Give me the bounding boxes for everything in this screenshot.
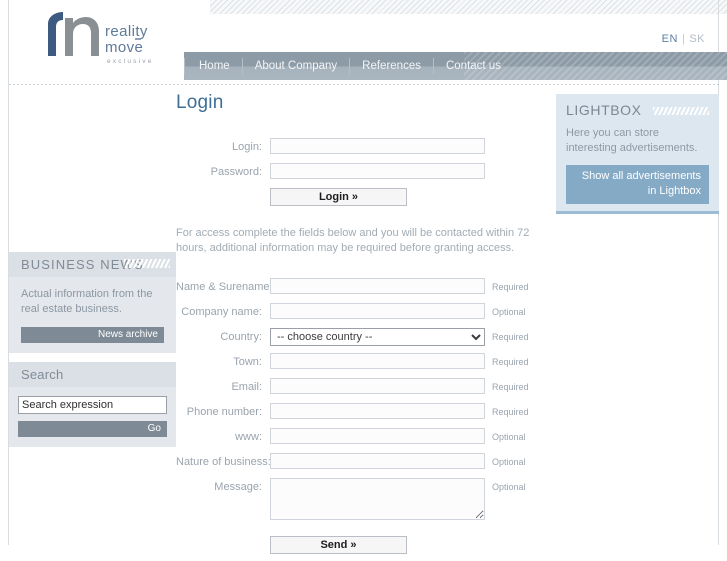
country-requirement: Required [492, 332, 529, 342]
name-requirement: Required [492, 282, 529, 292]
lightbox-title: LIGHTBOX [566, 102, 642, 118]
country-select[interactable]: -- choose country -- [270, 328, 485, 346]
business-news-body: Actual information from the real estate … [9, 277, 176, 353]
search-panel: Search Go [9, 362, 176, 447]
svg-text:exclusive: exclusive [107, 58, 154, 65]
main-content: Login Login: Password: Login » For acces… [176, 92, 548, 561]
form-row-send: Send » [176, 536, 548, 554]
business-news-hatch-decoration [124, 259, 170, 268]
form-row-phone: Phone number: Required [176, 403, 548, 421]
lightbox-text: Here you can store interesting advertise… [566, 127, 698, 154]
left-sidebar: BUSINESS NEWS Actual information from th… [9, 252, 176, 456]
lightbox-hatch-decoration [653, 107, 709, 115]
nav-items: Home About Company References Contact us [184, 52, 727, 80]
town-input[interactable] [270, 353, 485, 369]
email-input[interactable] [270, 378, 485, 394]
form-row-name: Name & Surename: Required [176, 278, 548, 296]
search-input[interactable] [18, 396, 167, 414]
language-option-en[interactable]: EN [662, 33, 678, 45]
phone-input[interactable] [270, 403, 485, 419]
company-input[interactable] [270, 303, 485, 319]
nature-of-business-label: Nature of business: [176, 456, 271, 468]
form-row-company: Company name: Optional [176, 303, 548, 321]
phone-label: Phone number: [186, 406, 262, 418]
form-row-country: Country: -- choose country -- Required [176, 328, 548, 346]
message-textarea[interactable] [270, 478, 485, 520]
town-label: Town: [233, 356, 262, 368]
business-news-text: Actual information from the real estate … [21, 288, 153, 315]
name-input[interactable] [270, 278, 485, 294]
search-go-button[interactable]: Go [18, 421, 167, 437]
header-divider [9, 84, 719, 85]
page-title: Login [176, 92, 224, 113]
town-requirement: Required [492, 357, 529, 367]
main-navigation: Home About Company References Contact us [184, 52, 727, 80]
www-requirement: Optional [492, 432, 526, 442]
nav-item-home[interactable]: Home [184, 57, 242, 75]
www-input[interactable] [270, 428, 485, 444]
right-sidebar: LIGHTBOX Here you can store interesting … [556, 94, 719, 214]
login-field-row: Login: [176, 138, 548, 156]
nature-of-business-requirement: Optional [492, 457, 526, 467]
nature-of-business-input[interactable] [270, 453, 485, 469]
email-label: Email: [231, 381, 262, 393]
form-row-nature-of-business: Nature of business: Optional [176, 453, 548, 471]
country-label: Country: [220, 331, 262, 343]
language-option-sk[interactable]: SK [689, 33, 705, 45]
access-request-form: Name & Surename: Required Company name: … [176, 278, 548, 554]
access-intro-text: For access complete the fields below and… [176, 227, 530, 254]
site-logo[interactable]: reality move exclusive [42, 8, 162, 70]
login-input[interactable] [270, 138, 485, 154]
search-header: Search [9, 362, 176, 387]
login-submit-button[interactable]: Login » [270, 188, 407, 206]
name-label: Name & Surename: [176, 281, 273, 293]
phone-requirement: Required [492, 407, 529, 417]
search-body: Go [9, 387, 176, 447]
send-button[interactable]: Send » [270, 536, 407, 554]
password-field-row: Password: [176, 163, 548, 181]
form-row-message: Message: Optional [176, 478, 548, 520]
lightbox-footer-spacer [566, 204, 709, 211]
nav-item-references[interactable]: References [349, 57, 433, 75]
business-news-panel: BUSINESS NEWS Actual information from th… [9, 252, 176, 353]
business-news-header: BUSINESS NEWS [9, 252, 176, 277]
site-header: reality move exclusive EN | SK Home About … [0, 0, 727, 85]
language-separator: | [681, 33, 686, 45]
www-label: www: [235, 431, 262, 443]
form-row-town: Town: Required [176, 353, 548, 371]
nav-item-about-company[interactable]: About Company [241, 57, 349, 75]
nav-item-contact-us[interactable]: Contact us [432, 57, 513, 75]
message-requirement: Optional [492, 482, 526, 492]
news-archive-button[interactable]: News archive [21, 327, 164, 343]
svg-text:move: move [105, 39, 143, 56]
form-row-www: www: Optional [176, 428, 548, 446]
show-all-advertisements-button[interactable]: Show all advertisements in Lightbox [566, 165, 709, 204]
form-row-email: Email: Required [176, 378, 548, 396]
company-label: Company name: [181, 306, 262, 318]
email-requirement: Required [492, 382, 529, 392]
svg-text:reality: reality [105, 23, 148, 40]
lightbox-bottom-rule [556, 211, 719, 214]
login-submit-row: Login » [176, 188, 548, 206]
lightbox-title-row: LIGHTBOX [566, 102, 709, 119]
language-switcher: EN | SK [662, 33, 705, 45]
search-title: Search [21, 367, 64, 382]
login-label: Login: [232, 141, 262, 153]
password-label: Password: [210, 166, 262, 178]
login-form: Login: Password: Login » [176, 138, 548, 206]
password-input[interactable] [270, 163, 485, 179]
company-requirement: Optional [492, 307, 526, 317]
lightbox-panel: LIGHTBOX Here you can store interesting … [556, 94, 719, 211]
message-label: Message: [214, 481, 262, 493]
